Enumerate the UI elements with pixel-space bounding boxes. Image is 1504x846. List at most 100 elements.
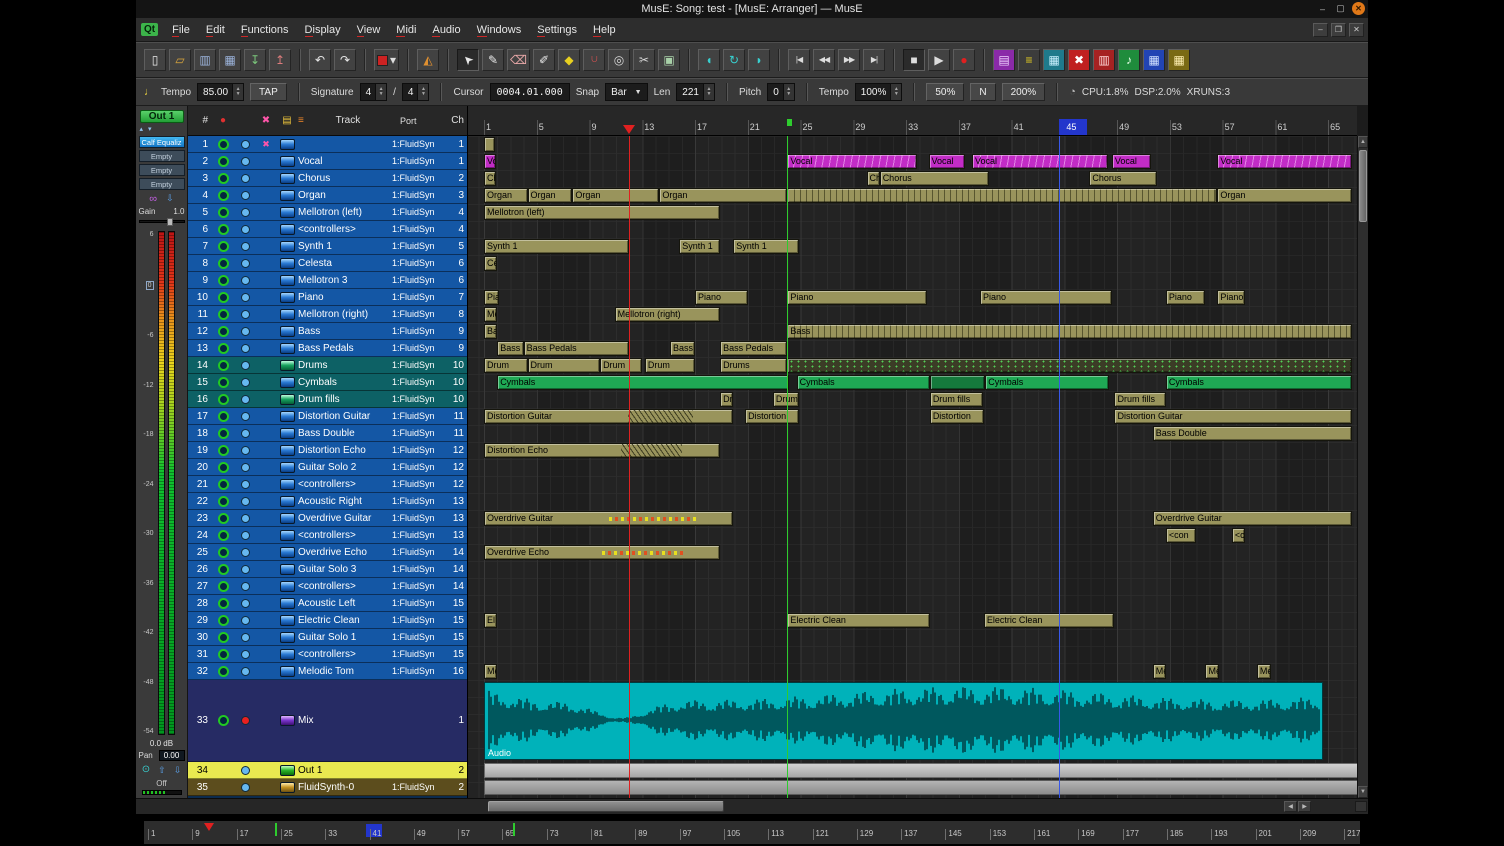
arranger-view-button[interactable]: ▥ (1093, 49, 1115, 71)
track-port[interactable]: 1:FluidSyn (392, 207, 450, 217)
track-row-34[interactable]: 34Out 12 (188, 762, 467, 779)
track-row-16[interactable]: 16Drum fills1:FluidSyn10 (188, 391, 467, 408)
record-arm-cell[interactable] (212, 326, 234, 337)
event-list-editor-button[interactable]: ≡ (1018, 49, 1040, 71)
track-port[interactable]: 1:FluidSyn (392, 258, 450, 268)
track-on-icon[interactable] (241, 395, 250, 404)
track-onoff-cell[interactable] (234, 667, 256, 676)
snap-select[interactable]: Bar▼ (605, 83, 648, 101)
track-on-icon[interactable] (241, 259, 250, 268)
record-arm-icon[interactable] (218, 598, 229, 609)
part-bass[interactable]: Bass (497, 341, 523, 356)
track-row-9[interactable]: 9Mellotron 31:FluidSyn6 (188, 272, 467, 289)
track-row-19[interactable]: 19Distortion Echo1:FluidSyn12 (188, 442, 467, 459)
menu-item-file[interactable]: File (164, 20, 198, 40)
track-channel[interactable]: 14 (450, 581, 467, 592)
arranger-canvas[interactable]: VoVocalVocalVocalVocalVocalChChChorusCho… (468, 136, 1357, 798)
track-row-33[interactable]: 33Mix1 (188, 680, 467, 762)
record-arm-cell[interactable] (212, 547, 234, 558)
part-mellotron-left-[interactable]: Mellotron (left) (484, 205, 720, 220)
track-channel[interactable]: 13 (450, 513, 467, 524)
effect-slot-4[interactable]: Empty (139, 178, 185, 190)
track-onoff-cell[interactable] (234, 599, 256, 608)
record-arm-cell[interactable] (212, 309, 234, 320)
track-row-14[interactable]: 14Drums1:FluidSyn10 (188, 357, 467, 374)
link-icon[interactable]: ∞ (149, 193, 157, 205)
part-chorus[interactable]: Chorus (880, 171, 989, 186)
track-onoff-cell[interactable] (234, 514, 256, 523)
track-type-cell[interactable] (276, 765, 298, 776)
part-el[interactable]: El (484, 613, 497, 628)
track-on-icon[interactable] (241, 497, 250, 506)
track-row-7[interactable]: 7Synth 11:FluidSyn5 (188, 238, 467, 255)
record-arm-cell[interactable] (212, 649, 234, 660)
track-type-cell[interactable] (276, 394, 298, 405)
track-channel[interactable]: 6 (450, 258, 467, 269)
track-onoff-cell[interactable] (234, 259, 256, 268)
track-type-cell[interactable] (276, 428, 298, 439)
part-drum-fills[interactable]: Drum fills (930, 392, 983, 407)
track-port[interactable]: 1:FluidSyn (392, 530, 450, 540)
part-synth-1[interactable]: Synth 1 (679, 239, 720, 254)
part-bass[interactable]: Bass (787, 324, 1352, 339)
rewind-button[interactable]: ◀◀ (813, 49, 835, 71)
track-channel[interactable]: 14 (450, 547, 467, 558)
track-port[interactable]: 1:FluidSyn (392, 241, 450, 251)
track-onoff-cell[interactable] (234, 174, 256, 183)
track-row-24[interactable]: 24<controllers>1:FluidSyn13 (188, 527, 467, 544)
part-vocal[interactable]: Vocal (929, 154, 966, 169)
part-organ[interactable]: Organ (528, 188, 573, 203)
track-on-icon[interactable] (241, 208, 250, 217)
track-port[interactable]: 1:FluidSyn (392, 513, 450, 523)
track-onoff-cell[interactable] (234, 565, 256, 574)
record-arm-icon[interactable] (218, 207, 229, 218)
drum-editor-button[interactable]: ▦ (1043, 49, 1065, 71)
record-arm-icon[interactable] (218, 428, 229, 439)
timeline-ruler[interactable]: 1591317212529333741454953576165 (468, 106, 1357, 136)
part-vocal[interactable]: Vocal (787, 154, 916, 169)
track-port[interactable]: 1:FluidSyn (392, 496, 450, 506)
record-arm-icon[interactable] (218, 394, 229, 405)
record-arm-cell[interactable] (212, 377, 234, 388)
effect-slot-2[interactable]: Empty (139, 150, 185, 162)
mixer-strip-title[interactable]: Out 1 (140, 110, 184, 123)
metronome-button[interactable]: ◭ (417, 49, 439, 71)
track-type-cell[interactable] (276, 479, 298, 490)
play-button[interactable]: ▶ (928, 49, 950, 71)
part-me[interactable]: Me (484, 307, 497, 322)
vertical-scroll-thumb[interactable] (1359, 150, 1367, 222)
pitch-spinbox[interactable]: 0▲▼ (767, 83, 795, 101)
part-organ[interactable]: Organ (572, 188, 659, 203)
track-port[interactable]: 1:FluidSyn (392, 564, 450, 574)
part-olive[interactable] (787, 188, 1217, 203)
track-onoff-cell[interactable] (234, 140, 256, 149)
record-arm-cell[interactable] (212, 462, 234, 473)
track-channel[interactable]: 2 (450, 173, 467, 184)
mdi-restore-button[interactable]: – (1313, 23, 1328, 37)
arrow-up-icon[interactable]: ⇧ (158, 766, 166, 775)
strip-down-icon[interactable]: ▾ (148, 126, 152, 133)
part-distortion-guitar[interactable]: Distortion Guitar (484, 409, 733, 424)
track-on-icon[interactable] (241, 565, 250, 574)
track-on-icon[interactable] (241, 667, 250, 676)
track-channel[interactable]: 8 (450, 309, 467, 320)
track-type-cell[interactable] (276, 445, 298, 456)
new-song-button[interactable]: ▯ (144, 49, 166, 71)
track-port[interactable]: 1:FluidSyn (392, 479, 450, 489)
record-arm-cell[interactable] (212, 343, 234, 354)
part-distortion[interactable]: Distortion (745, 409, 799, 424)
record-arm-cell[interactable] (212, 360, 234, 371)
record-arm-icon[interactable] (218, 377, 229, 388)
pin-cell[interactable]: ✖ (256, 139, 276, 150)
record-arm-cell[interactable] (212, 666, 234, 677)
track-channel[interactable]: 15 (450, 632, 467, 643)
pencil-tool-button[interactable]: ✎ (482, 49, 504, 71)
track-row-4[interactable]: 4Organ1:FluidSyn3 (188, 187, 467, 204)
record-arm-icon[interactable] (218, 258, 229, 269)
track-channel[interactable]: 14 (450, 564, 467, 575)
track-row-31[interactable]: 31<controllers>1:FluidSyn15 (188, 646, 467, 663)
track-on-icon[interactable] (241, 633, 250, 642)
track-row-1[interactable]: 1✖1:FluidSyn1 (188, 136, 467, 153)
track-port[interactable]: 1:FluidSyn (392, 598, 450, 608)
track-row-15[interactable]: 15Cymbals1:FluidSyn10 (188, 374, 467, 391)
